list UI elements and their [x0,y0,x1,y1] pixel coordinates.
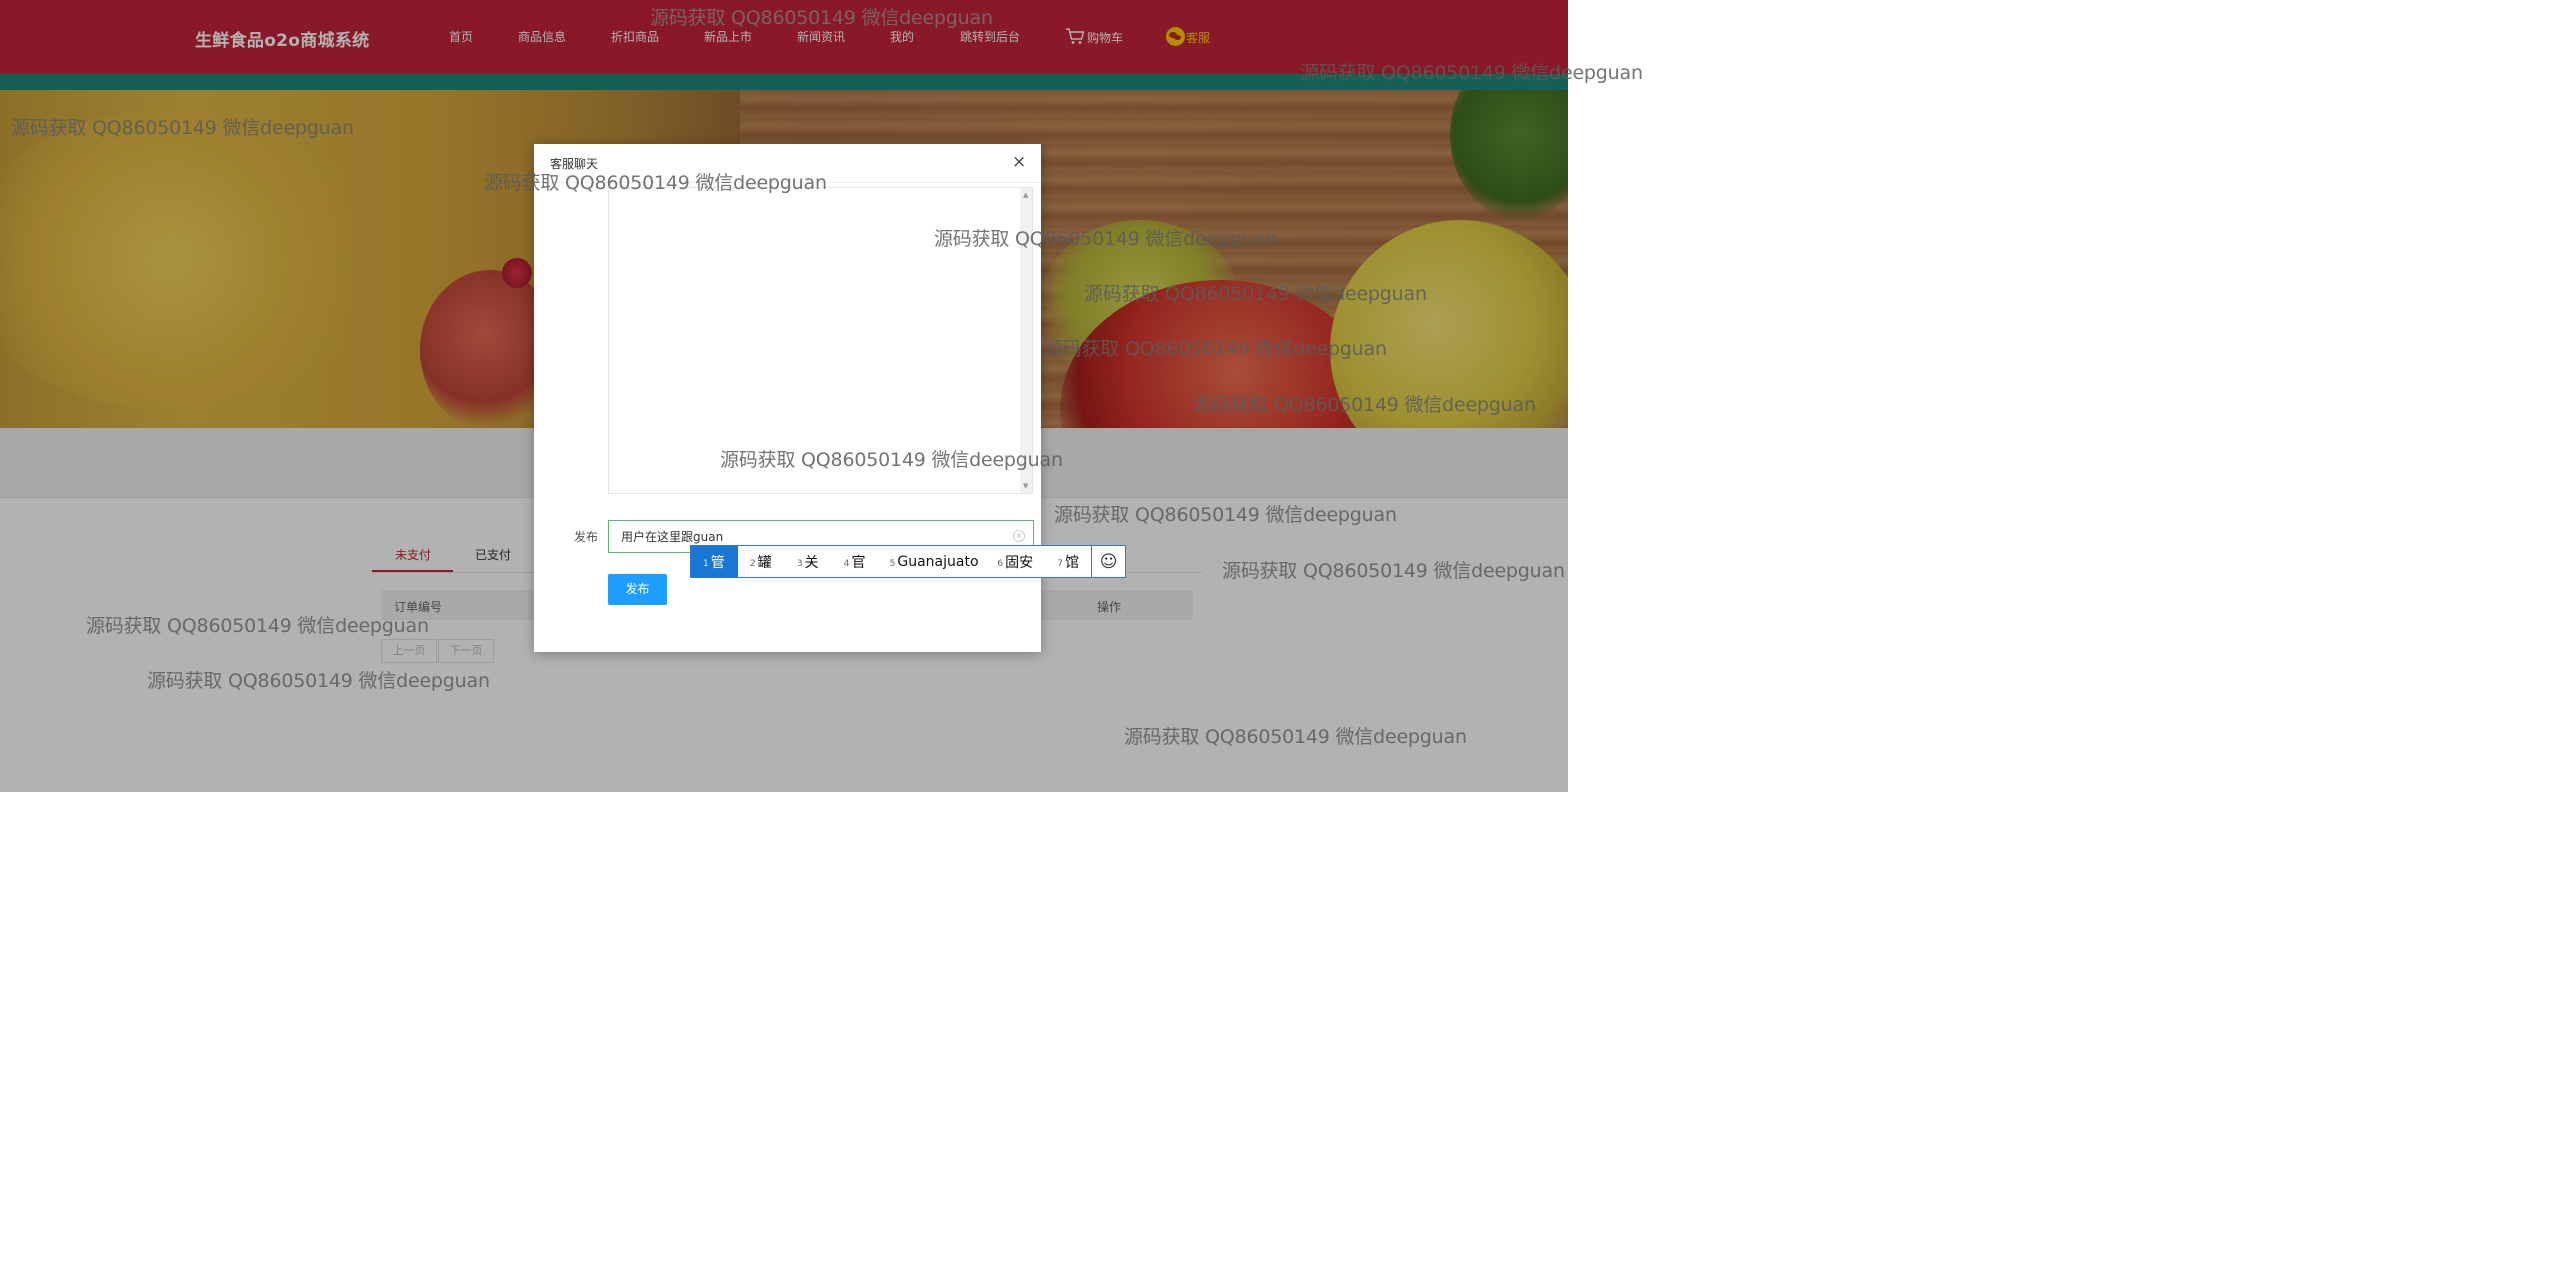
watermark: 源码获取 QQ86050149 微信deepguan [1044,338,1387,360]
watermark: 源码获取 QQ86050149 微信deepguan [86,615,429,637]
watermark: 源码获取 QQ86050149 微信deepguan [1054,504,1397,526]
submit-button[interactable]: 发布 [608,574,667,605]
watermark: 源码获取 QQ86050149 微信deepguan [1222,560,1565,582]
watermark: 源码获取 QQ86050149 微信deepguan [1193,394,1536,416]
ime-candidate-4[interactable]: 4官 [832,546,878,577]
watermark: 源码获取 QQ86050149 微信deepguan [934,228,1277,250]
ime-candidate-7[interactable]: 7馆 [1045,546,1091,577]
watermark: 源码获取 QQ86050149 微信deepguan [11,117,354,139]
ime-candidate-bar: 1管 2罐 3关 4官 5 Guanajuato 6 固安 7馆 ☺ [690,545,1126,578]
emoji-icon[interactable]: ☺ [1091,546,1125,577]
post-label: 发布 [574,530,599,544]
ime-candidate-2[interactable]: 2罐 [738,546,785,577]
watermark: 源码获取 QQ86050149 微信deepguan [720,449,1063,471]
watermark: 源码获取 QQ86050149 微信deepguan [1124,726,1467,748]
close-icon[interactable]: × [1012,152,1026,172]
ime-candidate-1[interactable]: 1管 [691,546,738,577]
watermark: 源码获取 QQ86050149 微信deepguan [1084,283,1427,305]
watermark: 源码获取 QQ86050149 微信deepguan [147,670,490,692]
watermark: 源码获取 QQ86050149 微信deepguan [650,7,993,29]
ime-candidate-3[interactable]: 3关 [785,546,832,577]
ime-candidate-6[interactable]: 6 固安 [985,546,1045,577]
clear-icon[interactable]: × [1013,530,1025,542]
ime-candidate-5[interactable]: 5 Guanajuato [878,546,986,577]
watermark: 源码获取 QQ86050149 微信deepguan [1300,62,1643,84]
scroll-up-icon[interactable]: ▲ [1023,191,1028,199]
watermark: 源码获取 QQ86050149 微信deepguan [484,172,827,194]
scroll-down-icon[interactable]: ▼ [1023,482,1028,490]
